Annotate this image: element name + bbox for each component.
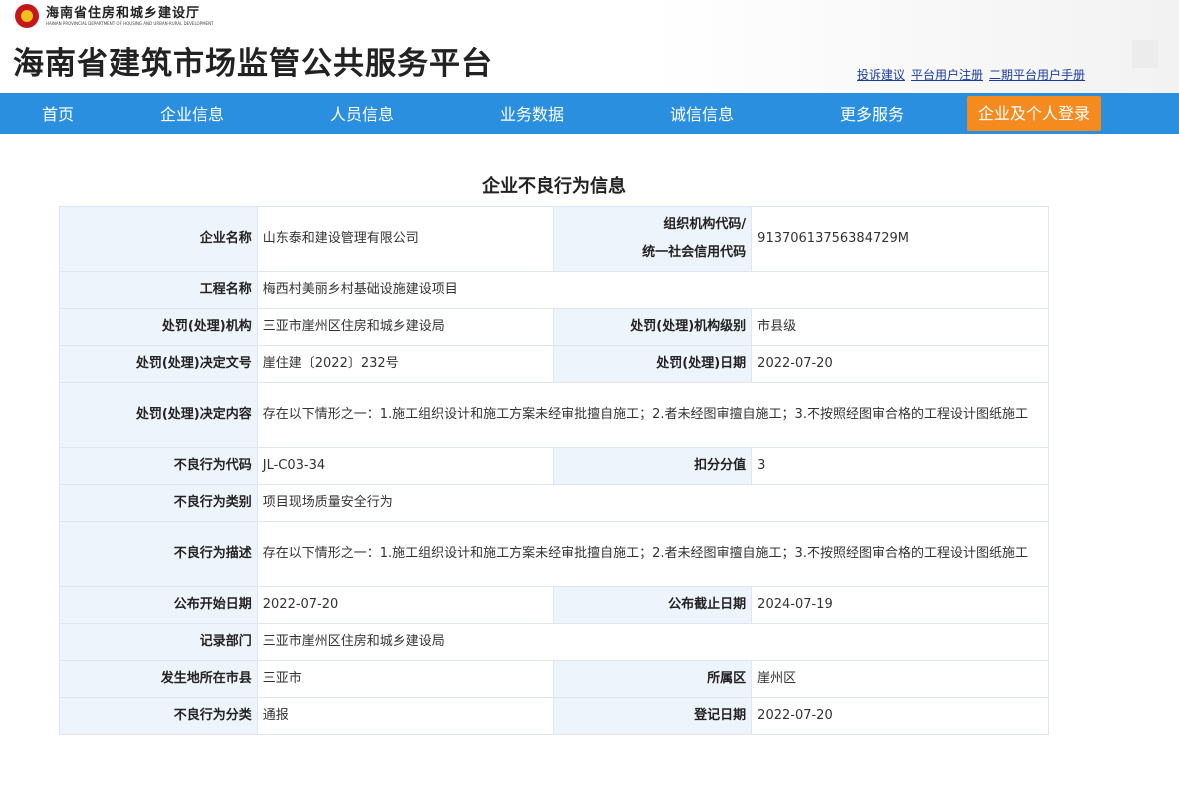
record-dept-value: 三亚市崖州区住房和城乡建设局 — [256, 623, 1050, 661]
doc-no-label: 处罚(处理)决定文号 — [59, 345, 258, 383]
city-label: 发生地所在市县 — [59, 660, 258, 698]
class-label: 不良行为分类 — [59, 697, 258, 735]
agency-value: 三亚市崖州区住房和城乡建设局 — [256, 308, 555, 346]
table-row: 企业名称 山东泰和建设管理有限公司 组织机构代码/统一社会信用代码 913706… — [59, 206, 1049, 272]
org-code-value: 91370613756384729M — [751, 206, 1049, 272]
nav-enterprise[interactable]: 企业信息 — [160, 93, 224, 134]
table-row: 发生地所在市县 三亚市 所属区 崖州区 — [59, 660, 1049, 698]
table-row: 处罚(处理)机构 三亚市崖州区住房和城乡建设局 处罚(处理)机构级别 市县级 — [59, 308, 1049, 346]
company-label: 企业名称 — [59, 206, 258, 272]
table-row: 工程名称 梅西村美丽乡村基础设施建设项目 — [59, 271, 1050, 309]
department-english-name: HAINAN PROVINCIAL DEPARTMENT OF HOUSING … — [46, 20, 214, 26]
class-value: 通报 — [256, 697, 555, 735]
header-decoration — [1132, 40, 1158, 68]
main-nav: 首页 企业信息 人员信息 业务数据 诚信信息 更多服务 企业及个人登录 — [0, 93, 1179, 134]
pub-end-label: 公布截止日期 — [553, 586, 753, 624]
register-link[interactable]: 平台用户注册 — [911, 68, 983, 82]
site-title: 海南省建筑市场监管公共服务平台 — [13, 46, 493, 82]
complaint-link[interactable]: 投诉建议 — [857, 68, 905, 82]
agency-level-value: 市县级 — [751, 308, 1049, 346]
agency-level-label: 处罚(处理)机构级别 — [553, 308, 753, 346]
reg-date-label: 登记日期 — [553, 697, 753, 735]
site-header: 海南省住房和城乡建设厅 HAINAN PROVINCIAL DEPARTMENT… — [0, 0, 1179, 93]
page-title: 企业不良行为信息 — [482, 176, 626, 197]
nav-credit[interactable]: 诚信信息 — [670, 93, 734, 134]
table-row: 不良行为代码 JL-C03-34 扣分分值 3 — [59, 447, 1049, 485]
nav-business-data[interactable]: 业务数据 — [500, 93, 564, 134]
project-label: 工程名称 — [59, 271, 258, 309]
category-label: 不良行为类别 — [59, 484, 258, 522]
login-button[interactable]: 企业及个人登录 — [967, 96, 1101, 131]
record-dept-label: 记录部门 — [59, 623, 258, 661]
department-name: 海南省住房和城乡建设厅 — [46, 5, 201, 21]
score-label: 扣分分值 — [553, 447, 753, 485]
table-row: 处罚(处理)决定文号 崖住建〔2022〕232号 处罚(处理)日期 2022-0… — [59, 345, 1049, 383]
org-code-label-line1: 组织机构代码/ — [663, 217, 747, 232]
manual-link[interactable]: 二期平台用户手册 — [989, 68, 1085, 82]
org-code-label: 组织机构代码/统一社会信用代码 — [553, 206, 753, 272]
agency-label: 处罚(处理)机构 — [59, 308, 258, 346]
decision-date-value: 2022-07-20 — [751, 345, 1049, 383]
pub-start-value: 2022-07-20 — [256, 586, 555, 624]
nav-personnel[interactable]: 人员信息 — [330, 93, 394, 134]
table-row: 不良行为分类 通报 登记日期 2022-07-20 — [59, 697, 1049, 735]
pub-end-value: 2024-07-19 — [751, 586, 1049, 624]
code-value: JL-C03-34 — [256, 447, 555, 485]
description-label: 不良行为描述 — [59, 521, 258, 587]
decision-date-label: 处罚(处理)日期 — [553, 345, 753, 383]
table-row: 不良行为类别 项目现场质量安全行为 — [59, 484, 1050, 522]
company-value: 山东泰和建设管理有限公司 — [256, 206, 555, 272]
department-logo[interactable]: 海南省住房和城乡建设厅 HAINAN PROVINCIAL DEPARTMENT… — [15, 4, 214, 28]
national-emblem-icon — [15, 4, 39, 28]
district-value: 崖州区 — [751, 660, 1049, 698]
table-row: 公布开始日期 2022-07-20 公布截止日期 2024-07-19 — [59, 586, 1049, 624]
reg-date-value: 2022-07-20 — [751, 697, 1049, 735]
project-value: 梅西村美丽乡村基础设施建设项目 — [256, 271, 1050, 309]
city-value: 三亚市 — [256, 660, 555, 698]
nav-home[interactable]: 首页 — [42, 93, 74, 134]
content-label: 处罚(处理)决定内容 — [59, 382, 258, 448]
category-value: 项目现场质量安全行为 — [256, 484, 1050, 522]
score-value: 3 — [751, 447, 1049, 485]
table-row: 处罚(处理)决定内容 存在以下情形之一：1.施工组织设计和施工方案未经审批擅自施… — [59, 382, 1050, 448]
table-row: 记录部门 三亚市崖州区住房和城乡建设局 — [59, 623, 1050, 661]
nav-more-services[interactable]: 更多服务 — [840, 93, 904, 134]
table-row: 不良行为描述 存在以下情形之一：1.施工组织设计和施工方案未经审批擅自施工；2.… — [59, 521, 1050, 587]
pub-start-label: 公布开始日期 — [59, 586, 258, 624]
org-code-label-line2: 统一社会信用代码 — [642, 245, 747, 260]
content-value: 存在以下情形之一：1.施工组织设计和施工方案未经审批擅自施工；2.者未经图审擅自… — [256, 382, 1050, 448]
detail-table: 企业名称 山东泰和建设管理有限公司 组织机构代码/统一社会信用代码 913706… — [59, 206, 1050, 735]
doc-no-value: 崖住建〔2022〕232号 — [256, 345, 555, 383]
description-value: 存在以下情形之一：1.施工组织设计和施工方案未经审批擅自施工；2.者未经图审擅自… — [256, 521, 1050, 587]
code-label: 不良行为代码 — [59, 447, 258, 485]
district-label: 所属区 — [553, 660, 753, 698]
top-links: 投诉建议 平台用户注册 二期平台用户手册 — [857, 66, 1091, 83]
